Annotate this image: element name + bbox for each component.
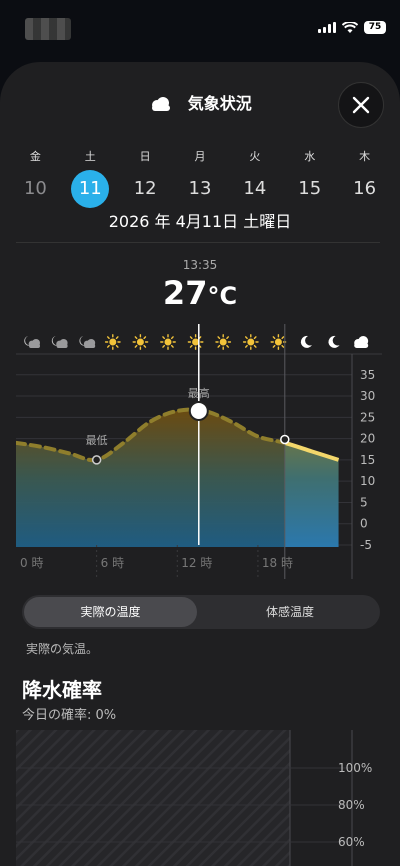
close-icon [352,96,370,114]
precip-tick-label: 80% [338,798,365,812]
close-button[interactable] [338,82,384,128]
temperature-mode-toggle: 実際の温度 体感温度 [22,595,380,629]
status-bar: 75 [0,0,400,60]
cloud-icon [152,96,171,111]
precip-tick-label: 100% [338,761,372,775]
divider [16,242,380,243]
wifi-icon [342,21,358,33]
signal-icon [318,22,336,33]
day-12[interactable]: 日 12 [118,148,173,208]
battery-icon: 75 [364,21,386,34]
current-marker [188,400,209,421]
feels-like-option[interactable]: 体感温度 [202,597,378,627]
day-14[interactable]: 火 14 [227,148,282,208]
x-tick-label: 18 時 [262,556,293,570]
x-tick-label: 0 時 [20,556,43,570]
time-redacted [25,18,71,40]
actual-temp-option[interactable]: 実際の温度 [24,597,197,627]
chart-note: 実際の気温。 [26,642,99,656]
high-label: 最高 [188,386,210,400]
day-of-week: 金 [29,150,41,163]
y-tick-label: 20 [360,432,375,446]
day-of-week: 土 [84,150,96,163]
day-number: 16 [353,178,377,199]
precip-title: 降水確率 [22,678,102,702]
selected-date: 2026 年 4月11日 土曜日 [108,212,292,231]
day-number: 12 [133,178,157,199]
day-16[interactable]: 木 16 [337,148,392,208]
y-tick-label: 25 [360,410,375,424]
sheet-title: 気象状況 [187,94,252,113]
day-number: 14 [243,178,267,199]
y-tick-label: 5 [360,495,368,509]
low-marker [91,455,102,465]
temperature-value: 27 [162,274,208,312]
y-tick-label: 15 [360,453,375,467]
x-tick-label: 6 時 [101,556,124,570]
y-tick-label: 30 [360,389,375,403]
day-11[interactable]: 土 11 [63,148,118,208]
day-of-week: 水 [304,150,316,163]
day-of-week: 日 [139,150,151,163]
day-10[interactable]: 金 10 [8,148,63,208]
now-marker [280,434,290,445]
day-of-week: 月 [194,150,206,163]
day-number: 10 [23,178,47,199]
x-tick-label: 12 時 [181,556,212,570]
day-number: 15 [298,178,322,199]
day-number: 13 [188,178,212,199]
y-tick-label: 10 [360,474,375,488]
y-tick-label: 35 [360,368,375,382]
weather-sheet: 気象状況 金 10 土 11 日 12 月 13 火 14 水 15 木 16 2026 年 4月11日 … [0,62,400,866]
precip-hatched-area [16,730,290,866]
day-15[interactable]: 水 15 [282,148,337,208]
temperature-chart[interactable]: 35 30 25 20 15 10 5 0 -5 0 時 6 時 12 時 18 時 最低 最高 [16,324,382,586]
status-icons: 75 [318,21,386,34]
day-of-week: 火 [249,150,261,163]
precipitation-chart: 100% 80% 60% [16,730,372,866]
y-tick-label: 0 [360,517,368,531]
precip-tick-label: 60% [338,835,365,849]
temperature-unit: °C [207,282,238,310]
low-label: 最低 [86,434,108,447]
day-selector: 金 10 土 11 日 12 月 13 火 14 水 15 木 16 [8,148,392,208]
precip-subtitle: 今日の確率: 0% [22,708,117,723]
current-temperature: 27°C [0,274,400,312]
current-time: 13:35 [182,258,218,272]
day-of-week: 木 [359,150,371,163]
y-tick-label: -5 [360,538,372,552]
day-13[interactable]: 月 13 [173,148,228,208]
day-number: 11 [71,170,110,208]
